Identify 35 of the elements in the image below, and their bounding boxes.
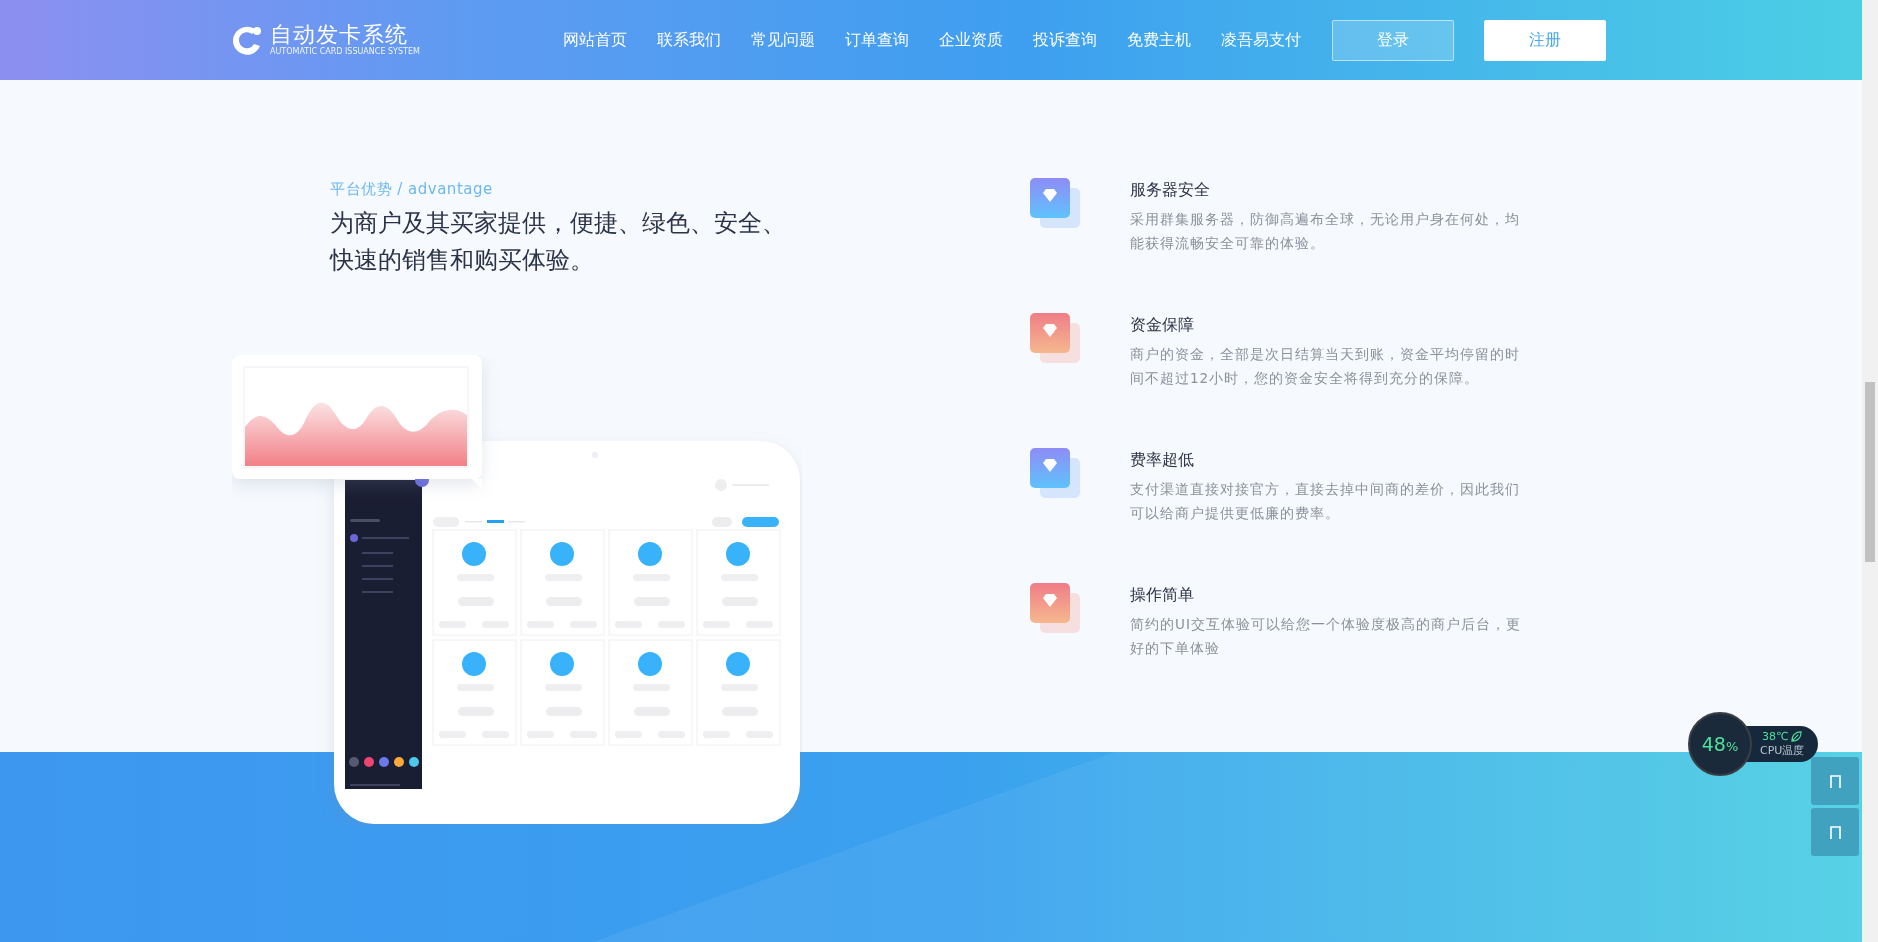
cpu-label: CPU温度 bbox=[1760, 743, 1805, 758]
feature-description: 商户的资金，全部是次日结算当天到账，资金平均停留的时间不超过12小时，您的资金安全将得到充分的保障。 bbox=[1130, 345, 1521, 388]
logo-tagline: AUTOMATIC CARD ISSUANCE SYSTEM bbox=[270, 47, 420, 57]
scrollbar-thumb[interactable] bbox=[1865, 382, 1875, 562]
diamond-icon bbox=[1030, 583, 1082, 635]
nav-link[interactable]: 网站首页 bbox=[548, 29, 642, 51]
nav-link[interactable]: 企业资质 bbox=[924, 29, 1018, 51]
diamond-icon bbox=[1030, 313, 1082, 365]
logo-name: 自动发卡系统 bbox=[270, 23, 409, 47]
feature-title: 操作简单 bbox=[1130, 585, 1195, 606]
placeholder-glyph-icon bbox=[1829, 774, 1841, 788]
login-button[interactable]: 登录 bbox=[1332, 19, 1454, 61]
diamond-icon bbox=[1030, 178, 1082, 230]
register-button[interactable]: 注册 bbox=[1484, 19, 1606, 61]
feature-title: 服务器安全 bbox=[1130, 180, 1211, 201]
diamond-icon bbox=[1030, 448, 1082, 500]
leaf-icon bbox=[1791, 731, 1803, 742]
feature-description: 采用群集服务器，防御高遍布全球，无论用户身在何处，均能获得流畅安全可靠的体验。 bbox=[1130, 210, 1521, 253]
side-button[interactable] bbox=[1811, 808, 1859, 856]
cpu-temperature: 38℃ bbox=[1762, 730, 1789, 743]
side-button[interactable] bbox=[1811, 757, 1859, 805]
nav-link[interactable]: 订单查询 bbox=[830, 29, 924, 51]
cpu-usage: 48% bbox=[1701, 733, 1739, 755]
nav-link[interactable]: 免费主机 bbox=[1112, 29, 1206, 51]
section-label: 平台优势 / advantage bbox=[330, 180, 494, 199]
feature-description: 简约的UI交互体验可以给您一个体验度极高的商户后台，更好的下单体验 bbox=[1130, 615, 1522, 658]
nav-link[interactable]: 凌吾易支付 bbox=[1206, 29, 1316, 51]
nav-link[interactable]: 投诉查询 bbox=[1018, 29, 1112, 51]
feature-description: 支付渠道直接对接官方，直接去掉中间商的差价，因此我们可以给商户提供更低廉的费率。 bbox=[1130, 480, 1521, 523]
nav-link[interactable]: 常见问题 bbox=[736, 29, 830, 51]
feature-title: 费率超低 bbox=[1130, 450, 1195, 471]
placeholder-glyph-icon bbox=[1829, 825, 1841, 839]
feature-title: 资金保障 bbox=[1130, 315, 1195, 336]
nav-link[interactable]: 联系我们 bbox=[642, 29, 736, 51]
section-headline: 为商户及其买家提供，便捷、绿色、安全、快速的销售和购买体验。 bbox=[330, 208, 787, 276]
